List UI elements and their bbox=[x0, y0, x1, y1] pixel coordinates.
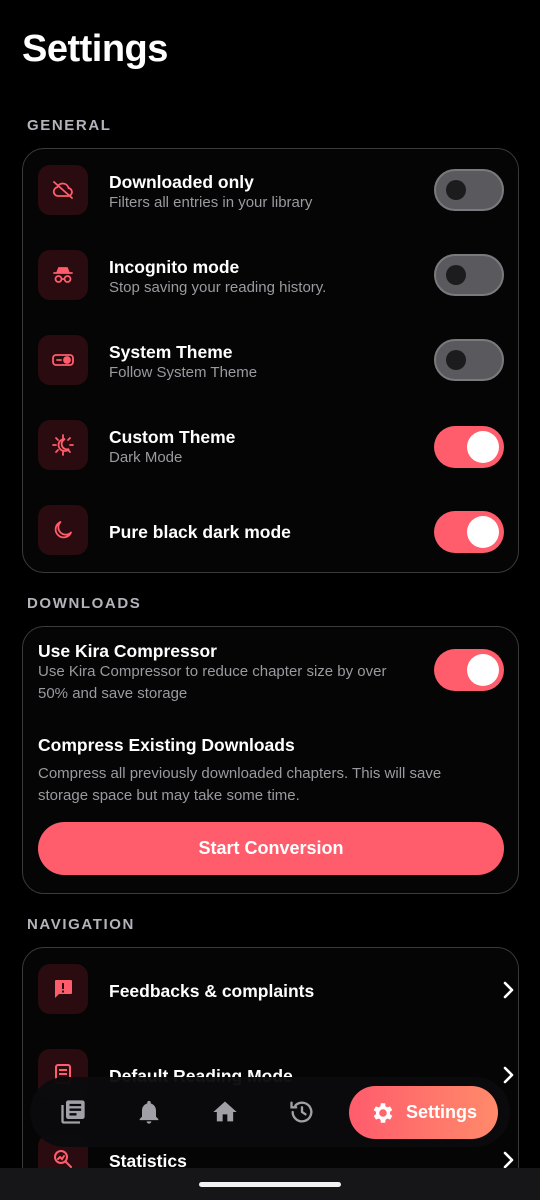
home-icon[interactable] bbox=[210, 1097, 240, 1127]
navigation-card: Feedbacks & complaints Default Reading M… bbox=[22, 947, 519, 1200]
pure-black-toggle[interactable] bbox=[434, 511, 504, 553]
setting-pure-black[interactable]: Pure black dark mode bbox=[23, 489, 518, 573]
theme-toggle-icon bbox=[38, 335, 88, 385]
moon-icon bbox=[38, 505, 88, 555]
section-label-navigation: NAVIGATION bbox=[27, 916, 135, 933]
bell-icon[interactable] bbox=[134, 1097, 164, 1127]
system-theme-toggle[interactable] bbox=[434, 339, 504, 381]
section-label-downloads: DOWNLOADS bbox=[27, 595, 142, 612]
setting-incognito-mode[interactable]: Incognito mode Stop saving your reading … bbox=[23, 234, 518, 318]
setting-subtitle: Dark Mode bbox=[109, 449, 183, 466]
compressor-subtitle-line2: 50% and save storage bbox=[38, 685, 188, 702]
downloads-card: Use Kira Compressor Use Kira Compressor … bbox=[22, 626, 519, 894]
compressor-title: Use Kira Compressor bbox=[38, 641, 217, 661]
nav-settings-tab[interactable]: Settings bbox=[349, 1086, 498, 1139]
downloaded-only-toggle[interactable] bbox=[434, 169, 504, 211]
setting-title: System Theme bbox=[109, 342, 233, 362]
setting-subtitle: Follow System Theme bbox=[109, 364, 258, 381]
nav-item-title: Feedbacks & complaints bbox=[109, 981, 315, 1001]
setting-title: Custom Theme bbox=[109, 427, 236, 447]
home-indicator[interactable] bbox=[199, 1182, 341, 1187]
compress-existing-title: Compress Existing Downloads bbox=[38, 735, 295, 755]
setting-title: Pure black dark mode bbox=[109, 522, 291, 542]
nav-item-feedbacks[interactable]: Feedbacks & complaints bbox=[23, 948, 518, 1032]
general-card: Downloaded only Filters all entries in y… bbox=[22, 148, 519, 573]
setting-title: Incognito mode bbox=[109, 257, 240, 277]
start-conversion-button[interactable]: Start Conversion bbox=[38, 822, 504, 875]
setting-downloaded-only[interactable]: Downloaded only Filters all entries in y… bbox=[23, 149, 518, 233]
compressor-subtitle-line1: Use Kira Compressor to reduce chapter si… bbox=[38, 663, 387, 680]
page-title: Settings bbox=[22, 28, 168, 70]
chevron-right-icon bbox=[503, 1151, 514, 1169]
incognito-toggle[interactable] bbox=[434, 254, 504, 296]
compress-existing-subtitle-line1: Compress all previously downloaded chapt… bbox=[38, 765, 442, 782]
kira-compressor-toggle[interactable] bbox=[434, 649, 504, 691]
sun-moon-icon bbox=[38, 420, 88, 470]
setting-subtitle: Filters all entries in your library bbox=[109, 194, 313, 211]
library-icon[interactable] bbox=[58, 1097, 88, 1127]
setting-subtitle: Stop saving your reading history. bbox=[109, 279, 327, 296]
gear-icon bbox=[373, 1102, 393, 1123]
custom-theme-toggle[interactable] bbox=[434, 426, 504, 468]
chevron-right-icon bbox=[503, 981, 514, 999]
cloud-off-icon bbox=[38, 165, 88, 215]
setting-custom-theme[interactable]: Custom Theme Dark Mode bbox=[23, 404, 518, 488]
bottom-navigation-bar: Settings bbox=[30, 1077, 510, 1147]
section-label-general: GENERAL bbox=[27, 117, 112, 134]
chevron-right-icon bbox=[503, 1066, 514, 1084]
incognito-icon bbox=[38, 250, 88, 300]
compress-existing-subtitle-line2: storage space but may take some time. bbox=[38, 787, 300, 804]
setting-system-theme[interactable]: System Theme Follow System Theme bbox=[23, 319, 518, 403]
nav-settings-label: Settings bbox=[405, 1102, 477, 1122]
setting-title: Downloaded only bbox=[109, 172, 254, 192]
feedback-icon bbox=[38, 964, 88, 1014]
history-icon[interactable] bbox=[287, 1097, 317, 1127]
